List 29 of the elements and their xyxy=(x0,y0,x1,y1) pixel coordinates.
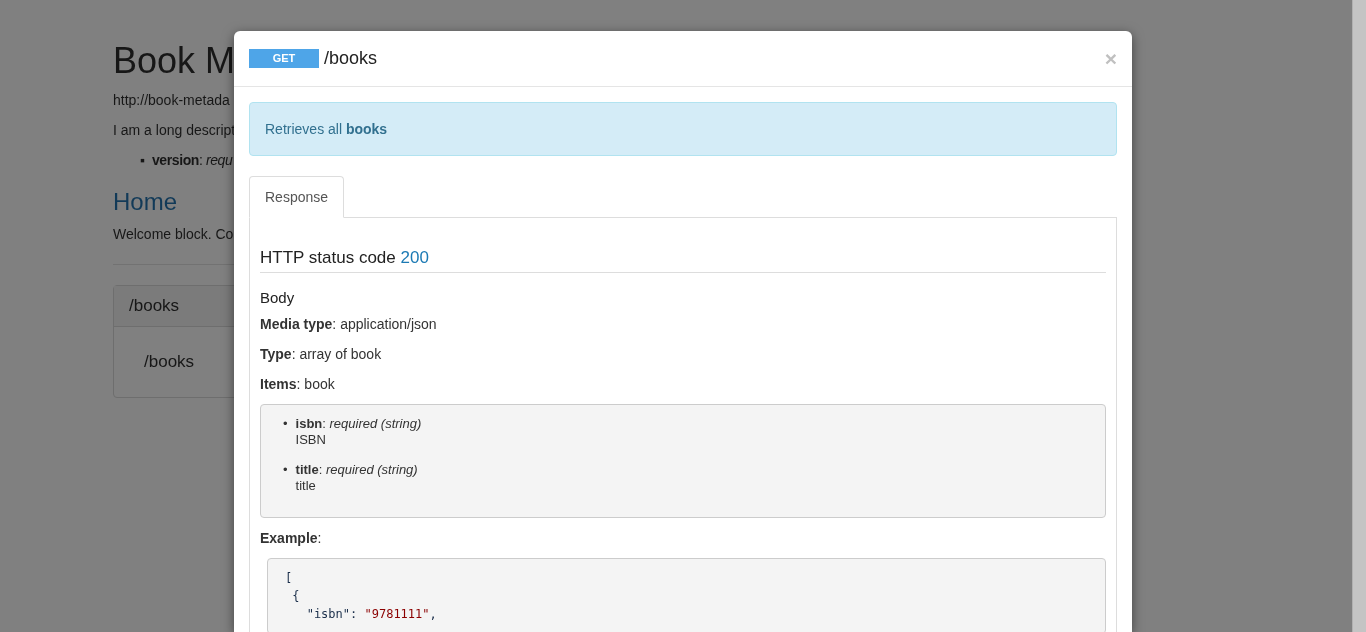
page-title: Book M xyxy=(113,40,236,81)
example-label: Example: xyxy=(260,530,322,546)
field-text: Media type: application/json xyxy=(260,316,437,332)
panel-title: /books xyxy=(129,296,180,316)
modal-title: /books xyxy=(324,48,378,69)
bullet-icon: • xyxy=(283,462,288,494)
bullet-icon: ▪ xyxy=(140,150,145,170)
tab[interactable]: Response xyxy=(249,176,345,218)
code-line: [ xyxy=(285,570,294,587)
bullet-icon: • xyxy=(283,416,288,448)
status-heading: HTTP status code 200 xyxy=(260,248,429,267)
base-uri: http://book-metada xyxy=(113,92,230,108)
property-description: title xyxy=(295,478,317,494)
resource-path[interactable]: /books xyxy=(144,352,195,372)
body-title: Body xyxy=(260,289,295,306)
section-text: Welcome block. Co xyxy=(113,226,234,242)
api-description: I am a long descript xyxy=(113,122,236,138)
method-badge: GET xyxy=(249,49,319,68)
description-text: Retrieves all books xyxy=(265,121,388,137)
property-name: isbn: required (string) xyxy=(295,416,422,432)
field-text: Type: array of book xyxy=(260,346,382,362)
property-name: title: required (string) xyxy=(295,462,418,478)
scrollbar[interactable] xyxy=(1352,0,1366,632)
field-text: Items: book xyxy=(260,376,335,392)
property-description: ISBN xyxy=(295,432,327,448)
code-line: { xyxy=(291,588,301,605)
parameter-item: version: requ xyxy=(151,151,233,170)
code-line: "isbn": "9781111", xyxy=(305,606,438,623)
section-title: Home xyxy=(113,188,178,215)
